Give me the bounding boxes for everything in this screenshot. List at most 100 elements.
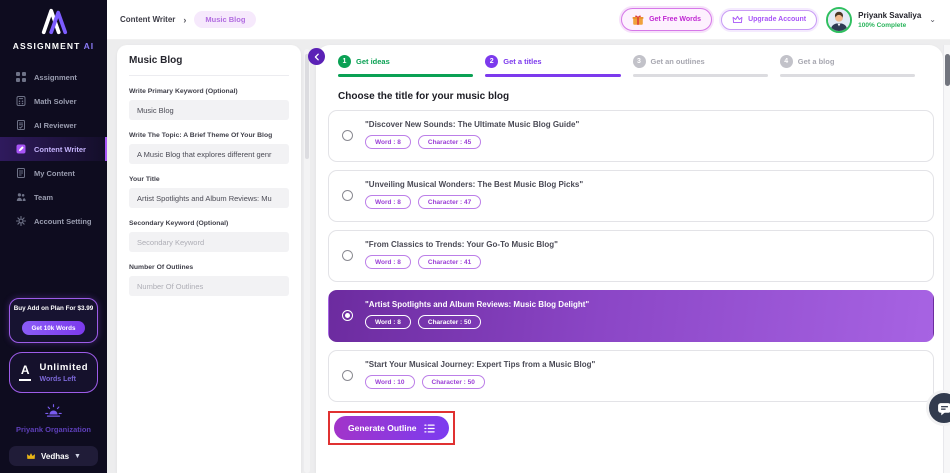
annotation-highlight-box: Generate Outline: [328, 411, 455, 445]
people-icon: [16, 192, 26, 202]
form-scrollbar-track: [304, 49, 310, 473]
get-free-words-label: Get Free Words: [649, 16, 701, 23]
organization-block: Priyank Organization: [9, 404, 98, 434]
sidebar-nav: Assignment Math Solver AI Reviewer Conte…: [0, 65, 107, 233]
chevron-left-icon: [313, 53, 321, 61]
topic-input[interactable]: [129, 144, 289, 164]
assignment-icon: [16, 72, 26, 82]
sidebar-item-assignment[interactable]: Assignment: [0, 65, 107, 89]
option-title: "Artist Spotlights and Album Reviews: Mu…: [365, 300, 923, 309]
reviewer-doc-icon: [16, 120, 26, 130]
character-count-badge: Character : 50: [422, 375, 485, 389]
step-progress-bar: [633, 74, 768, 77]
wizard-stepper: 1 Get ideas 2 Get a titles: [316, 45, 943, 77]
character-count-badge: Character : 41: [418, 255, 481, 269]
option-radio[interactable]: [342, 370, 353, 381]
step-progress-bar: [485, 74, 620, 77]
crown-outline-icon: [732, 15, 743, 24]
character-count-badge: Character : 50: [418, 315, 481, 329]
step-number: 4: [780, 55, 793, 68]
step-get-outlines[interactable]: 3 Get an outlines: [633, 55, 780, 77]
sidebar-item-label: AI Reviewer: [34, 121, 77, 130]
title-option-1[interactable]: "Discover New Sounds: The Ultimate Music…: [328, 110, 934, 162]
app-title: ASSIGNMENT AI: [0, 41, 107, 51]
breadcrumb-music-blog[interactable]: Music Blog: [194, 11, 256, 28]
main-scrollbar-thumb[interactable]: [945, 54, 950, 86]
addon-plan-card: Buy Add on Plan For $3.99 Get 10k Words: [9, 298, 98, 344]
sidebar-item-content-writer[interactable]: Content Writer: [0, 137, 107, 161]
option-title: "Start Your Musical Journey: Expert Tips…: [365, 360, 923, 369]
step-label: Get ideas: [356, 57, 390, 66]
character-count-badge: Character : 47: [418, 195, 481, 209]
title-option-4-selected[interactable]: "Artist Spotlights and Album Reviews: Mu…: [328, 290, 934, 342]
form-panel-title: Music Blog: [129, 55, 289, 76]
secondary-keyword-input[interactable]: [129, 232, 289, 252]
workspace-selector[interactable]: Vedhas ▼: [9, 446, 98, 466]
option-title: "Discover New Sounds: The Ultimate Music…: [365, 120, 923, 129]
get-10k-words-button[interactable]: Get 10k Words: [22, 321, 86, 335]
sunrise-icon: [45, 404, 62, 417]
words-left-card: A Unlimited Words Left: [9, 352, 98, 393]
sidebar-item-label: Math Solver: [34, 97, 77, 106]
gear-icon: [16, 216, 26, 226]
title-option-3[interactable]: "From Classics to Trends: Your Go-To Mus…: [328, 230, 934, 282]
option-radio[interactable]: [342, 130, 353, 141]
plan-title: Unlimited: [39, 362, 88, 373]
word-count-badge: Word : 8: [365, 135, 411, 149]
title-options-list: "Discover New Sounds: The Ultimate Music…: [316, 110, 943, 402]
step-label: Get a titles: [503, 57, 541, 66]
title-option-2[interactable]: "Unveiling Musical Wonders: The Best Mus…: [328, 170, 934, 222]
sidebar-item-my-content[interactable]: My Content: [0, 161, 107, 185]
document-icon: [16, 168, 26, 178]
word-count-badge: Word : 10: [365, 375, 415, 389]
step-get-blog[interactable]: 4 Get a blog: [780, 55, 927, 77]
step-label: Get a blog: [798, 57, 835, 66]
outlines-count-input[interactable]: [129, 276, 289, 296]
blog-form-panel: Music Blog Write Primary Keyword (Option…: [117, 45, 301, 473]
person-avatar-icon: [828, 9, 850, 31]
step-progress-bar: [780, 74, 915, 77]
chat-bubble-icon: [937, 401, 950, 416]
title-selection-panel: 1 Get ideas 2 Get a titles: [316, 45, 943, 473]
option-radio[interactable]: [342, 250, 353, 261]
main-column: Content Writer › Music Blog Get Free Wor…: [107, 0, 950, 473]
primary-keyword-input[interactable]: [129, 100, 289, 120]
content-area: Music Blog Write Primary Keyword (Option…: [107, 40, 950, 473]
upgrade-account-button[interactable]: Upgrade Account: [721, 10, 817, 30]
generate-outline-label: Generate Outline: [348, 423, 417, 433]
sidebar-item-math-solver[interactable]: Math Solver: [0, 89, 107, 113]
profile-progress: 100% Complete: [858, 22, 921, 29]
breadcrumb-content-writer[interactable]: Content Writer: [120, 15, 175, 24]
sidebar-bottom: Buy Add on Plan For $3.99 Get 10k Words …: [0, 298, 107, 473]
sidebar-item-label: Account Setting: [34, 217, 92, 226]
character-count-badge: Character : 45: [418, 135, 481, 149]
outlines-count-label: Number Of Outlines: [129, 264, 289, 271]
sidebar-item-account-setting[interactable]: Account Setting: [0, 209, 107, 233]
plan-subtitle: Words Left: [39, 376, 88, 383]
step-get-titles[interactable]: 2 Get a titles: [485, 55, 632, 77]
sidebar-item-team[interactable]: Team: [0, 185, 107, 209]
word-count-badge: Word : 8: [365, 315, 411, 329]
generate-outline-button[interactable]: Generate Outline: [334, 416, 449, 440]
sidebar-item-label: Assignment: [34, 73, 77, 82]
sidebar-item-ai-reviewer[interactable]: AI Reviewer: [0, 113, 107, 137]
option-radio[interactable]: [342, 190, 353, 201]
sidebar-item-label: Team: [34, 193, 53, 202]
title-option-5[interactable]: "Start Your Musical Journey: Expert Tips…: [328, 350, 934, 402]
back-button[interactable]: [308, 48, 325, 65]
secondary-keyword-label: Secondary Keyword (Optional): [129, 220, 289, 227]
user-info: Priyank Savaliya 100% Complete: [858, 11, 921, 29]
gift-icon: [632, 14, 644, 26]
crown-icon: [26, 452, 36, 460]
app-root: ASSIGNMENT AI Assignment Math Solver AI …: [0, 0, 950, 473]
sidebar-item-label: Content Writer: [34, 145, 86, 154]
app-logo: ASSIGNMENT AI: [0, 0, 107, 51]
your-title-input[interactable]: [129, 188, 289, 208]
user-menu[interactable]: Priyank Savaliya 100% Complete ⌄: [826, 7, 936, 33]
option-radio-selected[interactable]: [342, 310, 353, 321]
chevron-down-icon: ▼: [74, 453, 81, 460]
step-get-ideas[interactable]: 1 Get ideas: [338, 55, 485, 77]
get-free-words-button[interactable]: Get Free Words: [621, 8, 712, 31]
form-scrollbar-thumb[interactable]: [305, 54, 309, 159]
sidebar-item-label: My Content: [34, 169, 75, 178]
